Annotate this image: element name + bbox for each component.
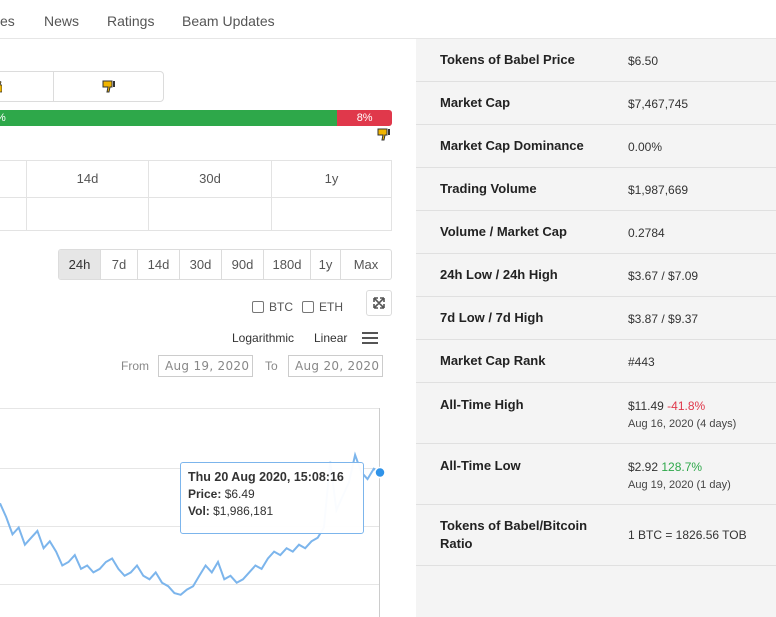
stat-label: Market Cap (440, 95, 511, 110)
compare-eth-label: ETH (319, 300, 343, 314)
stat-value: $6.50 (628, 54, 659, 68)
tooltip-price-label: Price: (188, 487, 222, 501)
stat-label: Market Cap Rank (440, 353, 546, 368)
to-date-input[interactable]: Aug 20, 2020 (288, 355, 383, 377)
tooltip-volume-value: $1,986,181 (213, 504, 274, 518)
tooltip-volume-label: Vol: (188, 504, 210, 518)
stat-value: $7,467,745 (628, 97, 689, 111)
perf-cell (0, 161, 27, 230)
stat-row-volume: Trading Volume $1,987,669 (416, 168, 776, 211)
thumbs-down-icon (377, 128, 390, 141)
compare-eth-checkbox[interactable]: ETH (302, 300, 343, 314)
stat-label: Market Cap Dominance (440, 138, 584, 153)
vote-divider (53, 72, 54, 101)
stat-label: 24h Low / 24h High (440, 267, 558, 282)
perf-value-30d (149, 197, 272, 230)
stat-value: 0.00% (628, 140, 663, 154)
top-nav: es News Ratings Beam Updates (0, 0, 776, 39)
thumbs-up-icon[interactable] (0, 81, 2, 93)
stat-label: All-Time High (440, 397, 524, 412)
perf-divider (0, 197, 391, 198)
stat-row-market-cap: Market Cap $7,467,745 (416, 82, 776, 125)
range-7d-button[interactable]: 7d (101, 250, 138, 279)
tab-news[interactable]: News (44, 13, 79, 29)
stat-value: $3.87 / $9.37 (628, 312, 699, 326)
compare-btc-label: BTC (269, 300, 293, 314)
tooltip-price-row: Price: $6.49 (188, 486, 356, 503)
perf-header-30d: 30d (149, 161, 272, 197)
fullscreen-button[interactable] (366, 290, 392, 316)
stat-row-7d-range: 7d Low / 7d High $3.87 / $9.37 (416, 297, 776, 340)
range-30d-button[interactable]: 30d (180, 250, 222, 279)
atl-change: 128.7% (661, 460, 703, 474)
stat-value: $11.49 -41.8% (628, 399, 705, 413)
from-date-input[interactable]: Aug 19, 2020 (158, 355, 253, 377)
stat-row-rank: Market Cap Rank #443 (416, 340, 776, 383)
market-stats-panel: Tokens of Babel Price $6.50 Market Cap $… (416, 39, 776, 617)
ath-date: Aug 16, 2020 (4 days) (628, 418, 737, 430)
stat-row-all-time-high: All-Time High $11.49 -41.8% Aug 16, 2020… (416, 383, 776, 444)
stat-value: 0.2784 (628, 226, 665, 240)
range-max-button[interactable]: Max (341, 250, 391, 279)
expand-icon (373, 297, 385, 309)
range-selector: 24h 7d 14d 30d 90d 180d 1y Max (58, 249, 392, 280)
stat-row-price: Tokens of Babel Price $6.50 (416, 39, 776, 82)
sentiment-positive: % (0, 110, 338, 126)
stat-label: 7d Low / 7d High (440, 310, 544, 325)
compare-btc-checkbox[interactable]: BTC (252, 300, 293, 314)
tooltip-price-value: $6.49 (224, 487, 255, 501)
checkbox-icon (302, 301, 314, 313)
stat-label: Trading Volume (440, 181, 537, 196)
sentiment-bar: % 8% (0, 110, 392, 126)
from-label: From (121, 359, 149, 373)
stat-value: 1 BTC = 1826.56 TOB (628, 528, 747, 542)
chart-tooltip: Thu 20 Aug 2020, 15:08:16 Price: $6.49 V… (180, 462, 364, 534)
range-1y-button[interactable]: 1y (311, 250, 341, 279)
atl-date: Aug 19, 2020 (1 day) (628, 479, 731, 491)
performance-table: 14d 30d 1y (0, 160, 392, 231)
stat-label: Tokens of Babel/Bitcoin Ratio (440, 518, 588, 551)
stat-label: Volume / Market Cap (440, 224, 567, 239)
tab-overview[interactable]: es (0, 13, 15, 29)
range-180d-button[interactable]: 180d (264, 250, 311, 279)
perf-header-14d: 14d (27, 161, 149, 197)
ath-change: -41.8% (667, 399, 706, 413)
tooltip-volume-row: Vol: $1,986,181 (188, 503, 356, 520)
perf-value-14d (27, 197, 149, 230)
stat-row-dominance: Market Cap Dominance 0.00% (416, 125, 776, 168)
stat-value: #443 (628, 355, 655, 369)
stat-value: $2.92 128.7% (628, 460, 702, 474)
range-14d-button[interactable]: 14d (138, 250, 180, 279)
ath-price: $11.49 (628, 399, 664, 413)
stat-value: $1,987,669 (628, 183, 689, 197)
tab-ratings[interactable]: Ratings (107, 13, 154, 29)
chart-menu-icon[interactable] (362, 332, 378, 344)
range-90d-button[interactable]: 90d (222, 250, 264, 279)
linear-scale-button[interactable]: Linear (314, 331, 347, 345)
stat-value: $3.67 / $7.09 (628, 269, 699, 283)
to-label: To (265, 359, 278, 373)
atl-price: $2.92 (628, 460, 659, 474)
range-24h-button[interactable]: 24h (59, 250, 101, 279)
vote-box (0, 71, 164, 102)
checkbox-icon (252, 301, 264, 313)
hover-point (374, 466, 386, 479)
tab-beam-updates[interactable]: Beam Updates (182, 13, 275, 29)
stat-row-24h-range: 24h Low / 24h High $3.67 / $7.09 (416, 254, 776, 297)
logarithmic-scale-button[interactable]: Logarithmic (232, 331, 294, 345)
stat-label: All-Time Low (440, 458, 521, 473)
stat-label: Tokens of Babel Price (440, 52, 575, 67)
stat-row-volume-market-cap: Volume / Market Cap 0.2784 (416, 211, 776, 254)
stat-row-btc-ratio: Tokens of Babel/Bitcoin Ratio 1 BTC = 18… (416, 505, 776, 566)
thumbs-down-icon[interactable] (102, 80, 116, 94)
stat-row-all-time-low: All-Time Low $2.92 128.7% Aug 19, 2020 (… (416, 444, 776, 505)
sentiment-negative: 8% (337, 110, 392, 126)
perf-header-1y: 1y (324, 171, 339, 186)
tooltip-title: Thu 20 Aug 2020, 15:08:16 (188, 470, 344, 484)
